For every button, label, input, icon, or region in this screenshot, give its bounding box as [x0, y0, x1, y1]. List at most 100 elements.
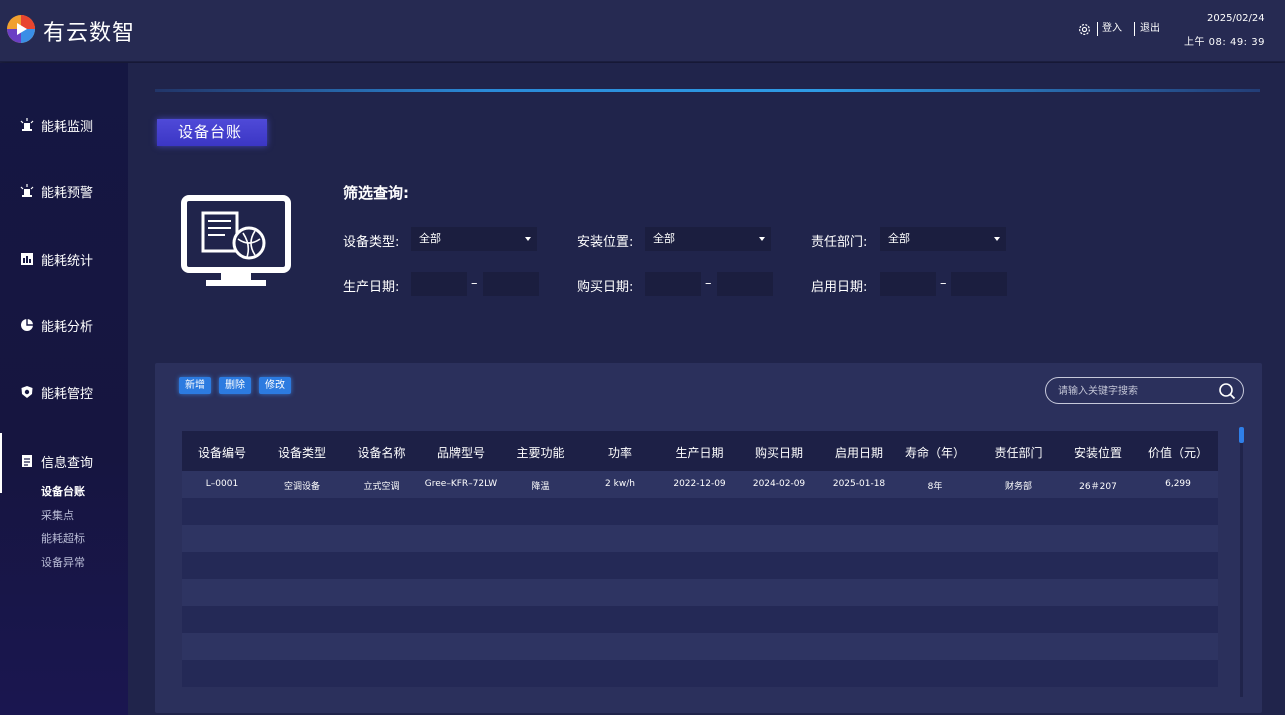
date-range-dash: –: [471, 276, 478, 291]
sidebar-item-info-query[interactable]: 信息查询: [20, 451, 93, 471]
alarm-icon: [20, 184, 34, 197]
production-date-start[interactable]: [411, 272, 467, 296]
table-row[interactable]: [182, 498, 1218, 525]
delete-button[interactable]: 删除: [219, 377, 251, 394]
table-cell: 8年: [927, 482, 943, 492]
column-header: 品牌型号: [436, 446, 485, 460]
add-button[interactable]: 新增: [179, 377, 211, 394]
production-date-label: 生产日期:: [343, 280, 400, 295]
sidebar-item-label: 信息查询: [41, 455, 94, 471]
sidebar-item-energy-monitor[interactable]: 能耗监测: [20, 115, 93, 135]
table-cell: 空调设备: [283, 482, 320, 492]
device-type-select[interactable]: 全部: [411, 227, 537, 251]
login-link[interactable]: 登入: [1102, 22, 1122, 36]
location-select[interactable]: 全部: [645, 227, 771, 251]
document-icon: [22, 455, 32, 467]
purchase-date-end[interactable]: [717, 272, 773, 296]
table-cell: 立式空调: [363, 482, 400, 492]
logout-link[interactable]: 退出: [1140, 22, 1160, 36]
sidebar-item-label: 能耗统计: [41, 253, 94, 269]
sidebar-item-energy-statistics[interactable]: 能耗统计: [20, 249, 93, 269]
current-time: 上午 08: 49: 39: [1184, 37, 1265, 48]
table-cell: 2022-12-09: [673, 479, 726, 489]
purchase-date-label: 购买日期:: [577, 280, 634, 295]
shield-icon: [21, 386, 33, 398]
start-date-end[interactable]: [951, 272, 1007, 296]
caret-down-icon: [525, 237, 531, 241]
table-cell: 2025-01-18: [832, 479, 886, 489]
sidebar-item-label: 能耗管控: [41, 386, 94, 402]
department-label: 责任部门:: [811, 235, 868, 250]
divider-line: [155, 89, 1260, 92]
sidebar-item-energy-warning[interactable]: 能耗预警: [20, 181, 93, 201]
table-row[interactable]: [182, 579, 1218, 606]
filter-title: 筛选查询:: [343, 184, 409, 202]
table-cell: 26＃207: [1079, 482, 1117, 492]
table-cell: 2024-02-09: [752, 479, 806, 489]
gear-icon[interactable]: [1077, 22, 1092, 37]
sidebar-subitem-energy-overrun[interactable]: 能耗超标: [41, 530, 85, 546]
start-date-label: 启用日期:: [811, 280, 868, 295]
table-row[interactable]: [182, 660, 1218, 687]
lamp-icon: [20, 118, 34, 131]
table-header: 设备编号 设备类型 设备名称 品牌型号 主要功能 功率 生产日期 购买日期 启用…: [182, 431, 1218, 471]
table-cell: 降温: [531, 482, 550, 492]
current-date: 2025/02/24: [1207, 13, 1265, 24]
header-divider: [1134, 22, 1135, 36]
table-scrollbar-thumb[interactable]: [1239, 427, 1244, 443]
date-range-dash: –: [940, 276, 947, 291]
table-row[interactable]: [182, 606, 1218, 633]
table-row[interactable]: [182, 633, 1218, 660]
active-nav-indicator: [0, 433, 2, 493]
monitor-icon: [181, 195, 291, 286]
column-header: 功率: [607, 446, 632, 460]
section-title: 设备台账: [157, 119, 267, 146]
table-cell: 6,299: [1165, 479, 1191, 489]
device-type-label: 设备类型:: [343, 235, 400, 250]
table-cell: 2 kw/h: [605, 479, 635, 489]
sidebar-item-energy-control[interactable]: 能耗管控: [20, 382, 93, 402]
caret-down-icon: [759, 237, 765, 241]
search-box: [1045, 377, 1244, 404]
table-cell: L–0001: [205, 479, 239, 489]
production-date-end[interactable]: [483, 272, 539, 296]
sidebar-subitem-device-anomaly[interactable]: 设备异常: [41, 554, 85, 570]
device-type-value: 全部: [419, 232, 441, 245]
table-row[interactable]: L–0001 空调设备 立式空调 Gree–KFR–72LW 降温 2 kw/h…: [182, 471, 1218, 498]
column-header: 设备类型: [277, 446, 326, 460]
column-header: 设备编号: [197, 446, 246, 460]
sidebar-subitem-device-ledger[interactable]: 设备台账: [41, 483, 85, 499]
sidebar-item-label: 能耗分析: [41, 319, 94, 335]
column-header: 启用日期: [834, 446, 883, 460]
column-header: 生产日期: [675, 446, 724, 460]
header-divider: [1097, 22, 1098, 36]
department-select[interactable]: 全部: [880, 227, 1006, 251]
sidebar-subitem-collection-point[interactable]: 采集点: [41, 507, 74, 523]
table-cell: 财务部: [1004, 482, 1032, 492]
table-cell: Gree–KFR–72LW: [424, 479, 498, 489]
column-header: 主要功能: [516, 446, 565, 460]
column-header: 价值（元）: [1147, 446, 1208, 460]
pie-chart-icon: [21, 319, 33, 331]
department-value: 全部: [888, 232, 910, 245]
app-header: 有云数智 登入 退出 2025/02/24 上午 08: 49: 39: [0, 0, 1285, 62]
sidebar-item-label: 能耗预警: [41, 185, 94, 201]
bar-chart-icon: [21, 253, 33, 265]
table-row[interactable]: [182, 552, 1218, 579]
sidebar-item-energy-analysis[interactable]: 能耗分析: [20, 315, 93, 335]
column-header: 责任部门: [994, 446, 1043, 460]
location-label: 安装位置:: [577, 235, 634, 250]
start-date-start[interactable]: [880, 272, 936, 296]
purchase-date-start[interactable]: [645, 272, 701, 296]
edit-button[interactable]: 修改: [259, 377, 291, 394]
search-input[interactable]: [1058, 382, 1208, 400]
brand-name: 有云数智: [43, 21, 136, 46]
sidebar-item-label: 能耗监测: [41, 119, 94, 135]
table-row[interactable]: [182, 525, 1218, 552]
column-header: 安装位置: [1073, 446, 1122, 460]
caret-down-icon: [994, 237, 1000, 241]
search-icon[interactable]: [1218, 382, 1236, 400]
table-scrollbar-track[interactable]: [1240, 427, 1243, 697]
column-header: 寿命（年）: [904, 446, 965, 460]
column-header: 购买日期: [754, 446, 803, 460]
